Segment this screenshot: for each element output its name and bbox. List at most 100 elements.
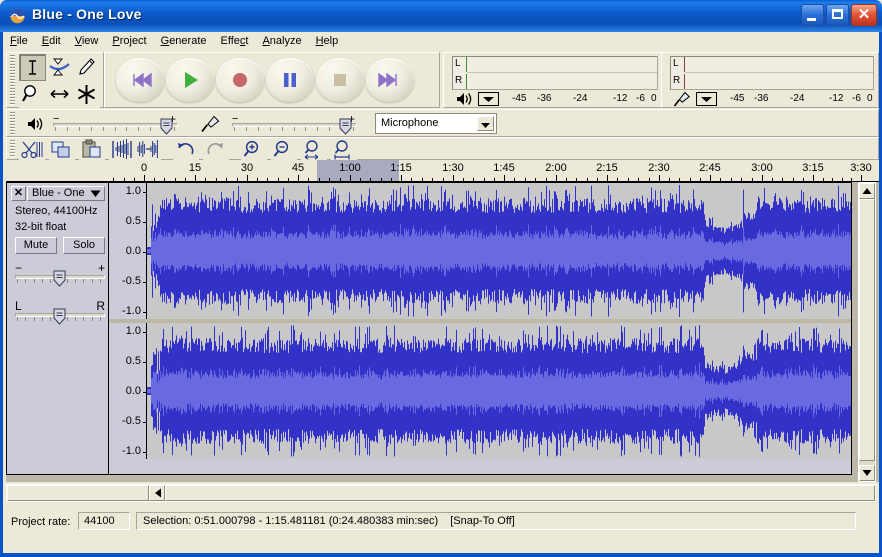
output-meter-menu-button[interactable] <box>478 92 499 106</box>
track-format-depth: 32-bit float <box>15 221 67 233</box>
vruler-label-0.0: 0.0 <box>125 245 141 257</box>
microphone-icon[interactable] <box>672 90 694 108</box>
title-bar: Blue - One Love ✕ <box>0 0 882 32</box>
input-volume-slider[interactable]: −+ <box>232 112 357 136</box>
menu-item-project[interactable]: Project <box>105 32 153 49</box>
solo-button[interactable]: Solo <box>63 237 105 254</box>
waveform-ch2[interactable] <box>147 323 851 459</box>
trim-button[interactable] <box>109 138 135 162</box>
zoom-out-button[interactable] <box>271 138 297 162</box>
output-meter-scale-0: -45 <box>512 93 527 104</box>
track-close-button[interactable]: ✕ <box>11 186 26 201</box>
input-source-dropdown-button[interactable] <box>477 116 494 131</box>
vertical-scroll-thumb[interactable] <box>859 199 875 461</box>
close-button[interactable]: ✕ <box>851 4 877 26</box>
menu-item-file[interactable]: File <box>3 32 35 49</box>
paste-button[interactable] <box>79 138 105 162</box>
ruler-major-tick-6 <box>350 175 351 181</box>
toolbar-grip[interactable] <box>9 112 16 135</box>
menu-item-generate[interactable]: Generate <box>154 32 214 49</box>
fit-project-button[interactable] <box>331 138 357 162</box>
minimize-button[interactable] <box>801 4 824 26</box>
output-meter-scale-3: -12 <box>613 93 628 104</box>
play-button[interactable] <box>166 58 214 102</box>
output-volume-slider-ticks <box>55 127 176 132</box>
ruler-minor-tick <box>267 178 268 181</box>
input-volume-slider-thumb[interactable] <box>339 118 352 135</box>
pause-button[interactable] <box>266 58 314 102</box>
ruler-minor-tick <box>741 178 742 181</box>
speaker-icon[interactable] <box>454 90 476 108</box>
draw-tool[interactable] <box>73 54 100 81</box>
output-volume-slider-thumb[interactable] <box>160 118 173 135</box>
scroll-up-button[interactable] <box>859 183 875 199</box>
envelope-tool[interactable] <box>46 54 73 81</box>
record-button[interactable] <box>216 58 264 102</box>
selection-tool[interactable] <box>19 54 46 81</box>
skip-to-start-button[interactable] <box>116 58 164 102</box>
maximize-button[interactable] <box>826 4 849 26</box>
skip-to-end-button[interactable] <box>366 58 414 102</box>
input-meter-scale-0: -45 <box>730 93 745 104</box>
toolbar-grip[interactable] <box>9 55 16 105</box>
ruler-minor-tick <box>422 178 423 181</box>
timeshift-tool[interactable] <box>46 81 73 108</box>
horizontal-scroll-thumb-right[interactable] <box>165 485 875 501</box>
ruler-minor-tick <box>617 178 618 181</box>
mute-button[interactable]: Mute <box>15 237 57 254</box>
output-meter-scale-4: -6 <box>636 93 645 104</box>
toolbar-grip[interactable] <box>9 140 16 157</box>
ruler-minor-tick <box>443 178 444 181</box>
timeline-ruler[interactable]: -30-1501530451:001:151:301:452:002:152:3… <box>108 160 873 182</box>
output-volume-slider[interactable]: −+ <box>53 112 178 136</box>
ruler-left-gap <box>6 160 108 182</box>
scroll-down-button[interactable] <box>859 465 875 481</box>
zoom-tool[interactable] <box>19 81 46 108</box>
menu-item-effect[interactable]: Effect <box>214 32 256 49</box>
waveform-ch1[interactable] <box>147 183 851 319</box>
ruler-major-tick-12 <box>659 175 660 181</box>
stop-button[interactable] <box>316 58 364 102</box>
scroll-left-button[interactable] <box>149 485 165 501</box>
gain-slider-thumb[interactable] <box>53 270 66 287</box>
input-source-combo[interactable]: Microphone <box>375 113 497 134</box>
vruler-label-0.0: 0.0 <box>125 385 141 397</box>
multi-tool[interactable] <box>73 81 100 108</box>
menu-item-edit[interactable]: Edit <box>35 32 68 49</box>
ruler-minor-tick <box>319 178 320 181</box>
menu-item-view[interactable]: View <box>68 32 106 49</box>
zoom-in-button[interactable] <box>241 138 267 162</box>
ruler-label-6: 1:00 <box>339 162 361 174</box>
gain-slider[interactable]: − + <box>15 261 105 293</box>
output-meter-scale-1: -36 <box>537 93 552 104</box>
input-meter-scale-5: 0 <box>867 93 873 104</box>
input-volume-slider-ticks <box>234 127 355 132</box>
ruler-major-tick-5 <box>298 175 299 181</box>
project-rate-field[interactable]: 44100 <box>78 512 130 530</box>
ruler-label-15: 3:15 <box>802 162 824 174</box>
ruler-minor-tick <box>535 178 536 181</box>
track-name-menu[interactable]: Blue - One <box>27 186 105 201</box>
redo-button[interactable] <box>203 138 229 162</box>
vertical-scrollbar[interactable] <box>858 182 876 482</box>
copy-button[interactable] <box>49 138 75 162</box>
horizontal-scrollbar[interactable] <box>6 484 876 502</box>
pan-slider-thumb[interactable] <box>53 308 66 325</box>
cut-button[interactable] <box>19 138 45 162</box>
fit-selection-button[interactable] <box>301 138 327 162</box>
input-meter-menu-button[interactable] <box>696 92 717 106</box>
ruler-minor-tick <box>649 178 650 181</box>
ruler-minor-tick <box>638 178 639 181</box>
horizontal-scroll-thumb[interactable] <box>7 485 149 501</box>
silence-button[interactable] <box>135 138 161 162</box>
menu-item-help[interactable]: Help <box>309 32 346 49</box>
ruler-label-3: 15 <box>188 162 202 174</box>
pan-slider[interactable]: LR <box>15 299 105 331</box>
undo-button[interactable] <box>173 138 199 162</box>
ruler-minor-tick <box>587 178 588 181</box>
output-meter-clip-line-l <box>466 57 467 72</box>
menu-item-analyze[interactable]: Analyze <box>255 32 308 49</box>
ruler-label-2: 0 <box>140 162 148 174</box>
ruler-major-tick-3 <box>195 175 196 181</box>
ruler-minor-tick <box>473 178 474 181</box>
